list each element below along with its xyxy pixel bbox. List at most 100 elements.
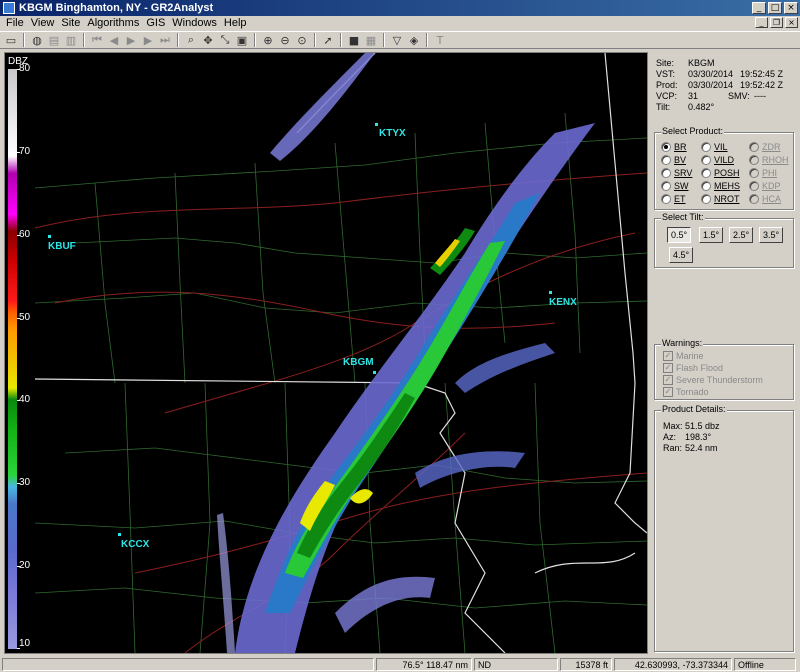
zoom-in-icon[interactable]: ⊕ [260,32,276,48]
product-radio-bv[interactable]: BV [661,155,686,165]
product-details-label: Product Details: [661,404,727,414]
menu-gis[interactable]: GIS [144,17,170,29]
marker-icon[interactable]: ◈ [406,32,422,48]
tilt-button-2-5[interactable]: 2.5° [729,227,753,243]
radio-icon [701,194,711,204]
product-radio-label: KDP [762,181,781,191]
menu-windows[interactable]: Windows [170,17,222,29]
filter-icon[interactable]: ▽ [389,32,405,48]
product-radio-label: SW [674,181,689,191]
tilt-button-4-5[interactable]: 4.5° [669,247,693,263]
az-label: Az: [663,432,677,442]
product-radio-et[interactable]: ET [661,194,686,204]
product-radio-label: BV [674,155,687,165]
radio-icon [701,168,711,178]
mdi-restore-button[interactable]: ❐ [770,17,783,28]
warning-tornado-label: Tornado [676,387,709,397]
site-label-kccx: KCCX [121,539,150,550]
toolbar-separator [23,33,25,47]
tilt-button-1-5[interactable]: 1.5° [699,227,723,243]
open-folder-icon[interactable]: ▭ [3,32,19,48]
tilt-button-0-5[interactable]: 0.5° [667,227,691,243]
warning-severe-thunderstorm-checkbox[interactable]: ✓ Severe Thunderstorm [663,375,763,385]
step-forward-icon[interactable]: ▶ [140,32,156,48]
site-label-kbuf: KBUF [48,241,76,252]
mdi-close-button[interactable]: × [785,17,798,28]
warning-flash-flood-checkbox[interactable]: ✓ Flash Flood [663,363,723,373]
product-radio-vil[interactable]: VIL [701,142,728,152]
last-frame-icon[interactable]: ⏭ [157,32,173,48]
product-radio-br[interactable]: BR [661,142,687,152]
stop-icon[interactable]: ■ [346,32,362,48]
colorbar-tick: 30 [19,477,31,488]
warning-marine-checkbox[interactable]: ✓ Marine [663,351,704,361]
select-product-group: Select Product: BR VIL ZDR BV VILD RHOH SRV POS… [654,126,794,210]
product-radio-posh[interactable]: POSH [701,168,740,178]
radar-display[interactable]: DBZ 80 70 60 50 40 30 20 10 KTYX KBUF KE… [4,52,648,654]
product-radio-label: NROT [714,194,740,204]
colorbar-gradient [8,69,17,649]
product-radio-vild[interactable]: VILD [701,155,734,165]
product-radio-hca[interactable]: HCA [749,194,781,204]
product-radio-phi[interactable]: PHI [749,168,777,178]
mdi-minimize-button[interactable]: _ [755,17,768,28]
colorbar-tick: 60 [19,229,31,240]
vcp-value: 31 [688,91,699,101]
cross-section-icon[interactable]: ▣ [234,32,250,48]
close-button[interactable]: × [784,2,798,14]
minimize-button[interactable]: _ [752,2,766,14]
status-nd: ND [474,657,558,671]
product-radio-nrot[interactable]: NROT [701,194,740,204]
radio-icon [749,181,759,191]
radio-icon [701,142,711,152]
product-radio-label: POSH [714,168,740,178]
maximize-button[interactable]: □ [768,2,782,14]
first-frame-icon[interactable]: ⏮ [89,32,105,48]
tilt-value: 0.482° [688,102,715,112]
product-radio-zdr[interactable]: ZDR [749,142,781,152]
pan-icon[interactable]: ✥ [200,32,216,48]
settings-icon[interactable]: ▥ [63,32,79,48]
radio-icon [661,181,671,191]
step-back-icon[interactable]: ◀ [106,32,122,48]
warning-marine-label: Marine [676,351,704,361]
product-radio-sw[interactable]: SW [661,181,689,191]
product-radio-srv[interactable]: SRV [661,168,692,178]
text-tool-icon[interactable]: T [432,32,448,48]
title-bar: KBGM Binghamton, NY - GR2Analyst _ □ × [0,0,800,16]
app-icon [3,2,15,14]
status-azimuth-range: 76.5° 118.47 nm [376,657,472,671]
copy-icon[interactable]: ▤ [46,32,62,48]
warning-tornado-checkbox[interactable]: ✓ Tornado [663,387,709,397]
panel-icon[interactable]: ▦ [363,32,379,48]
menu-algorithms[interactable]: Algorithms [85,17,144,29]
product-radio-mehs[interactable]: MEHS [701,181,740,191]
zoom-out-icon[interactable]: ⊖ [277,32,293,48]
measure-icon[interactable]: ⤡ [217,32,233,48]
radar-map[interactable]: KTYX KBUF KENX KBGM KCCX [35,53,647,653]
product-radio-rhoh[interactable]: RHOH [749,155,789,165]
checkbox-icon: ✓ [663,351,673,361]
zoom-reset-icon[interactable]: ⊙ [294,32,310,48]
menu-file[interactable]: File [4,17,29,29]
color-bar: DBZ 80 70 60 50 40 30 20 10 [5,53,35,653]
tilt-button-3-5[interactable]: 3.5° [759,227,783,243]
menu-view[interactable]: View [29,17,60,29]
menu-site[interactable]: Site [59,17,85,29]
zoom-icon[interactable]: ⌕ [183,32,199,48]
vcp-label: VCP: [656,91,678,101]
colorbar-tick: 80 [19,63,31,74]
colorbar-tick: 50 [19,312,31,323]
pointer-icon[interactable]: ➚ [320,32,336,48]
site-value: KBGM [688,58,715,68]
menu-help[interactable]: Help [222,17,252,29]
product-radio-label: VILD [714,155,735,165]
tilt-label: Tilt: [656,102,671,112]
globe-icon[interactable]: ◍ [29,32,45,48]
play-icon[interactable]: ▶ [123,32,139,48]
max-label: Max: [663,421,683,431]
status-height: 15378 ft [560,657,612,671]
product-radio-kdp[interactable]: KDP [749,181,781,191]
prod-label: Prod: [656,80,678,90]
toolbar: ▭ ◍ ▤ ▥ ⏮ ◀ ▶ ▶ ⏭ ⌕ ✥ ⤡ ▣ ⊕ ⊖ ⊙ ➚ ■ ▦ ▽ … [0,31,800,49]
